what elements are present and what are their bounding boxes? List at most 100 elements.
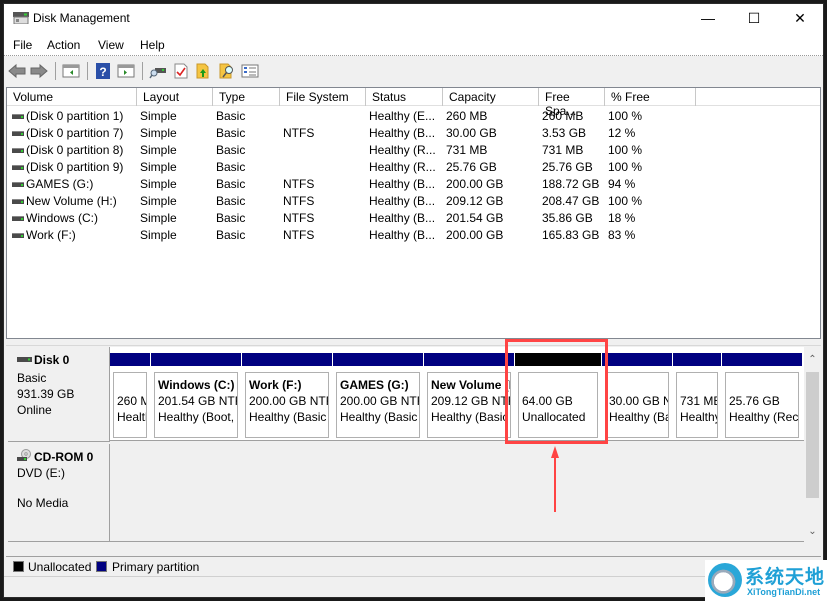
partition-name bbox=[609, 377, 668, 393]
partition-status: Healthy (Basic Data Partition) bbox=[340, 410, 419, 424]
highlight-box-unallocated bbox=[505, 339, 608, 444]
volume-row[interactable]: Windows (C:) Simple Basic NTFS Healthy (B...… bbox=[7, 210, 820, 227]
partition-name bbox=[680, 377, 717, 393]
volume-row[interactable]: (Disk 0 partition 7) Simple Basic NTFS Healt… bbox=[7, 125, 820, 142]
column-header-status[interactable]: Status bbox=[366, 88, 443, 106]
cell-volume: Windows (C:) bbox=[26, 211, 99, 225]
partition[interactable]: New Volume (H:) 209.12 GB NTFS Healthy (Ba… bbox=[424, 353, 514, 441]
partition[interactable]: 30.00 GB NTFS Healthy (Basic Data Partiti… bbox=[602, 353, 672, 441]
volume-list: Volume Layout Type File System Status Ca… bbox=[6, 87, 821, 339]
forward-icon[interactable] bbox=[30, 63, 48, 79]
partition-type-bar bbox=[602, 353, 672, 366]
menu-action[interactable]: Action bbox=[47, 38, 80, 52]
disk-0-info[interactable]: Disk 0 Basic 931.39 GB Online bbox=[8, 347, 110, 442]
cell-volume: (Disk 0 partition 8) bbox=[26, 143, 124, 157]
volume-row[interactable]: (Disk 0 partition 8) Simple Basic Healthy (… bbox=[7, 142, 820, 159]
column-header-layout[interactable]: Layout bbox=[137, 88, 213, 106]
menu-help[interactable]: Help bbox=[140, 38, 165, 52]
partition-status: Healthy (Boot, Page File, Crash Dump, Pr… bbox=[158, 410, 237, 424]
cdrom-0-area bbox=[110, 444, 804, 542]
checklist-icon[interactable] bbox=[241, 63, 259, 79]
cell-type: Basic bbox=[216, 160, 246, 174]
disk-graphical-view: Disk 0 Basic 931.39 GB Online 260 MB Heal… bbox=[6, 346, 821, 556]
column-header-free-space[interactable]: Free Spa... bbox=[539, 88, 605, 118]
cell-capacity: 260 MB bbox=[446, 109, 488, 123]
cd-rom-icon bbox=[17, 449, 31, 461]
menu-file[interactable]: File bbox=[13, 38, 32, 52]
svg-text:?: ? bbox=[99, 65, 106, 79]
column-header-type[interactable]: Type bbox=[213, 88, 280, 106]
connect-disk-icon[interactable] bbox=[149, 63, 167, 79]
cell-free: 731 MB bbox=[542, 143, 584, 157]
partition-name: Work (F:) bbox=[249, 378, 302, 392]
back-icon[interactable] bbox=[8, 63, 26, 79]
column-header-blank bbox=[696, 88, 820, 106]
cell-type: Basic bbox=[216, 126, 246, 140]
cell-volume: GAMES (G:) bbox=[26, 177, 94, 191]
minimize-button[interactable]: — bbox=[685, 4, 731, 32]
partition[interactable]: 260 MB Healthy (EFI System Partition) bbox=[110, 353, 150, 441]
column-header-file-system[interactable]: File System bbox=[280, 88, 366, 106]
partition-box: 30.00 GB NTFS Healthy (Basic Data Partiti… bbox=[605, 372, 669, 438]
partition-type-bar bbox=[333, 353, 423, 366]
column-header-capacity[interactable]: Capacity bbox=[443, 88, 539, 106]
volume-row[interactable]: GAMES (G:) Simple Basic NTFS Healthy (B... 20… bbox=[7, 176, 820, 193]
partition-type-bar bbox=[242, 353, 332, 366]
show-hide-console-tree-icon[interactable] bbox=[62, 63, 80, 79]
show-hide-action-pane-icon[interactable] bbox=[117, 63, 135, 79]
partition-size: 260 MB bbox=[117, 394, 146, 408]
cell-type: Basic bbox=[216, 228, 246, 242]
partition-status: Healthy (EFI System Partition) bbox=[117, 410, 146, 424]
volume-row[interactable]: Work (F:) Simple Basic NTFS Healthy (B... 200… bbox=[7, 227, 820, 244]
cell-free: 35.86 GB bbox=[542, 211, 593, 225]
scrollbar-thumb[interactable] bbox=[806, 372, 819, 498]
cell-status: Healthy (B... bbox=[369, 211, 436, 225]
cdrom-0-info[interactable]: CD-ROM 0 DVD (E:) No Media bbox=[8, 444, 110, 542]
menu-view[interactable]: View bbox=[98, 38, 124, 52]
close-button[interactable]: ✕ bbox=[777, 4, 823, 32]
properties-check-icon[interactable] bbox=[172, 63, 190, 79]
cell-pct: 12 % bbox=[608, 126, 636, 140]
volume-row[interactable]: (Disk 0 partition 1) Simple Basic Healthy (… bbox=[7, 108, 820, 125]
disk-0-type: Basic bbox=[17, 371, 47, 385]
partition-status: Healthy (Basic Data Partition) bbox=[249, 410, 328, 424]
partition[interactable]: 25.76 GB Healthy (Recovery Partition) bbox=[722, 353, 802, 441]
cell-layout: Simple bbox=[140, 228, 177, 242]
partition-size: 30.00 GB NTFS bbox=[609, 394, 668, 408]
pane-splitter[interactable] bbox=[6, 339, 821, 346]
cell-free: 188.72 GB bbox=[542, 177, 600, 191]
scroll-down-icon[interactable]: ⌄ bbox=[804, 526, 821, 542]
graphical-view-scrollbar[interactable]: ⌃ ⌄ bbox=[804, 354, 821, 542]
cell-capacity: 209.12 GB bbox=[446, 194, 504, 208]
cell-status: Healthy (B... bbox=[369, 177, 436, 191]
cell-fs: NTFS bbox=[283, 194, 315, 208]
volume-icon bbox=[12, 165, 24, 170]
column-header-percent-free[interactable]: % Free bbox=[605, 88, 696, 106]
volume-row[interactable]: (Disk 0 partition 9) Simple Basic Healthy (… bbox=[7, 159, 820, 176]
explore-search-icon[interactable] bbox=[218, 63, 236, 79]
cell-type: Basic bbox=[216, 211, 246, 225]
partition-name bbox=[729, 377, 798, 393]
partition[interactable]: 731 MB Healthy (Recovery Partition) bbox=[673, 353, 721, 441]
scroll-up-icon[interactable]: ⌃ bbox=[804, 354, 821, 370]
volume-row[interactable]: New Volume (H:) Simple Basic NTFS Healthy (B… bbox=[7, 193, 820, 210]
partition-size: 201.54 GB NTFS bbox=[158, 394, 237, 408]
hard-disk-icon bbox=[17, 357, 32, 362]
partition[interactable]: Work (F:) 200.00 GB NTFS Healthy (Basic Da… bbox=[242, 353, 332, 441]
partition-type-bar bbox=[151, 353, 241, 366]
cell-pct: 94 % bbox=[608, 177, 636, 191]
help-icon[interactable]: ? bbox=[94, 63, 112, 79]
cell-status: Healthy (B... bbox=[369, 228, 436, 242]
minimize-icon: — bbox=[701, 10, 715, 26]
volume-icon bbox=[12, 114, 24, 119]
partition[interactable]: Windows (C:) 201.54 GB NTFS Healthy (Boot,… bbox=[151, 353, 241, 441]
partition-box: Work (F:) 200.00 GB NTFS Healthy (Basic Da… bbox=[245, 372, 329, 438]
partition[interactable]: GAMES (G:) 200.00 GB NTFS Healthy (Basic D… bbox=[333, 353, 423, 441]
open-folder-up-icon[interactable] bbox=[195, 63, 213, 79]
maximize-button[interactable]: ☐ bbox=[731, 4, 777, 32]
cell-volume: (Disk 0 partition 9) bbox=[26, 160, 124, 174]
watermark-cn: 系统天地 bbox=[745, 567, 826, 588]
column-header-volume[interactable]: Volume bbox=[7, 88, 137, 106]
disk-management-window: Disk Management — ☐ ✕ File Action View H… bbox=[3, 3, 824, 598]
volume-icon bbox=[12, 233, 24, 238]
